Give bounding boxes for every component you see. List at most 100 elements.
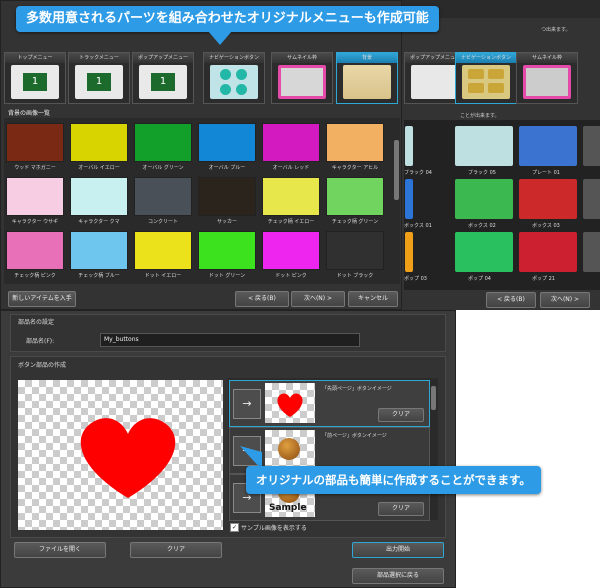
next-button[interactable]: 次へ(N) > — [291, 291, 345, 307]
back-item-swatch[interactable] — [582, 178, 600, 220]
button-preview-canvas[interactable] — [18, 380, 223, 530]
back-item-swatch[interactable] — [404, 178, 414, 220]
slot-scrollbar-thumb[interactable] — [431, 386, 436, 410]
back-item-swatch[interactable] — [404, 125, 414, 167]
background-item[interactable]: チェック柄 グリーン — [326, 177, 384, 225]
background-item[interactable]: サッカー — [198, 177, 256, 225]
back-item-swatch[interactable] — [518, 231, 578, 273]
tab-label: サムネイル枠 — [272, 53, 332, 63]
get-new-item-button[interactable]: 新しいアイテムを入手 — [8, 291, 76, 307]
background-item[interactable]: ドット グリーン — [198, 231, 256, 279]
tab-thumb — [210, 65, 258, 99]
tab-top-menu[interactable]: トップメニュー 1 — [4, 52, 66, 104]
back-item-swatch[interactable] — [582, 125, 600, 167]
background-item-label: チェック柄 グリーン — [331, 219, 379, 225]
background-item[interactable]: オーバル イエロー — [70, 123, 128, 171]
tab-thumb — [278, 65, 326, 99]
tab-track-menu[interactable]: トラックメニュー 1 — [68, 52, 130, 104]
tab-label: トラックメニュー — [69, 53, 129, 63]
background-item[interactable]: オーバル レッド — [262, 123, 320, 171]
back-item-label: ブラック 04 — [404, 170, 432, 176]
background-item-swatch — [198, 177, 256, 216]
back-grid: ブラック 04 ブラック 05 プレート 01 ボックス 01 ボックス 02 … — [404, 120, 600, 290]
background-item[interactable]: ドット ピンク — [262, 231, 320, 279]
tab-thumbnail-frame[interactable]: サムネイル枠 — [271, 52, 333, 104]
background-item[interactable]: チェック柄 ブルー — [70, 231, 128, 279]
back-item-label: ポップ 04 — [468, 276, 491, 282]
background-item[interactable]: オーバル ブルー — [198, 123, 256, 171]
back-item-label: プレート 01 — [532, 170, 560, 176]
background-item-label: オーバル ブルー — [208, 165, 246, 171]
slot-clear-button[interactable]: クリア — [378, 408, 424, 422]
slot-clear-button[interactable]: クリア — [378, 502, 424, 516]
back-item-label: ブラック 05 — [468, 170, 496, 176]
export-button[interactable]: 出力開始 — [352, 542, 444, 558]
back-next-button[interactable]: 次へ(N) > — [540, 292, 590, 308]
cancel-button[interactable]: キャンセル — [348, 291, 398, 307]
background-item[interactable]: ドット イエロー — [134, 231, 192, 279]
nav-mini-btn — [488, 83, 504, 93]
background-item[interactable]: キャラクター クマ — [70, 177, 128, 225]
tab-thumb: 1 — [11, 65, 59, 99]
tab-popup-menu[interactable]: ポップアップメニュー 1 — [132, 52, 194, 104]
back-tab-thumbnail-frame[interactable]: サムネイル枠 — [516, 52, 578, 104]
tab-background[interactable]: 背景 — [336, 52, 398, 104]
prev-button[interactable]: < 戻る(B) — [235, 291, 289, 307]
background-item[interactable]: コンクリート — [134, 177, 192, 225]
slot-arrow-button[interactable]: → — [233, 389, 261, 419]
grid-scrollbar[interactable] — [393, 120, 400, 282]
background-item-label: オーバル イエロー — [78, 165, 120, 171]
open-file-button[interactable]: ファイルを開く — [14, 542, 106, 558]
clear-button[interactable]: クリア — [130, 542, 222, 558]
back-hint: ことが出来ます。 — [460, 113, 500, 119]
background-item-label: サッカー — [216, 219, 237, 225]
back-item-swatch[interactable] — [404, 231, 414, 273]
back-to-parts-button[interactable]: 部品選択に戻る — [352, 568, 444, 584]
slot-thumbnail — [265, 430, 315, 470]
background-item-label: キャラクター クマ — [78, 219, 120, 225]
background-item-label: ドット イエロー — [144, 273, 182, 279]
background-item-label: ドット ブラック — [336, 273, 374, 279]
thumb-screen: 1 — [87, 73, 111, 91]
callout-top: 多数用意されるパーツを組み合わせたオリジナルメニューも作成可能 — [16, 6, 439, 32]
back-tab-thumb — [411, 65, 459, 99]
heart-icon — [80, 418, 176, 498]
back-prev-button[interactable]: < 戻る(B) — [486, 292, 536, 308]
back-item-swatch[interactable] — [518, 125, 578, 167]
thumb-screen: 1 — [23, 73, 47, 91]
show-sample-checkbox[interactable]: ✓ — [230, 523, 239, 532]
background-item[interactable]: チェック柄 イエロー — [262, 177, 320, 225]
background-item[interactable]: チェック柄 ピンク — [6, 231, 64, 279]
back-item-swatch[interactable] — [582, 231, 600, 273]
background-item[interactable]: ウッド マホガニー — [6, 123, 64, 171]
background-item[interactable]: オーバル グリーン — [134, 123, 192, 171]
back-item-swatch[interactable] — [454, 125, 514, 167]
slot-scrollbar[interactable] — [430, 380, 437, 520]
background-item-swatch — [134, 231, 192, 270]
background-item-label: コンクリート — [147, 219, 178, 225]
back-item-swatch[interactable] — [454, 231, 514, 273]
grid-scrollbar-thumb[interactable] — [394, 140, 399, 200]
nav-mini-btn — [468, 69, 484, 79]
background-item-swatch — [198, 123, 256, 162]
background-item-label: ウッド マホガニー — [14, 165, 56, 171]
back-tab-label: サムネイル枠 — [517, 53, 577, 63]
background-item-swatch — [262, 231, 320, 270]
background-item[interactable]: キャラクター ウサギ — [6, 177, 64, 225]
background-item[interactable]: キャラクター アヒル — [326, 123, 384, 171]
part-name-input[interactable]: My_buttons — [100, 333, 360, 347]
background-item[interactable]: ドット ブラック — [326, 231, 384, 279]
slot-first-page[interactable]: → 「先頭ページ」ボタンイメージ クリア — [229, 380, 430, 427]
tab-navigation-button[interactable]: ナビゲーションボタン — [203, 52, 265, 104]
background-item-label: キャラクター アヒル — [331, 165, 379, 171]
back-item-swatch[interactable] — [518, 178, 578, 220]
sample-label: Sample — [269, 503, 307, 513]
back-item-swatch[interactable] — [454, 178, 514, 220]
show-sample-label: サンプル画像を表示する — [241, 525, 307, 532]
part-name-section-title: 部品名の設定 — [18, 319, 55, 326]
background-item-label: チェック柄 イエロー — [267, 219, 315, 225]
background-item-label: チェック柄 ブルー — [78, 273, 120, 279]
back-tab-navigation-button[interactable]: ナビゲーションボタン — [455, 52, 517, 104]
background-item-swatch — [70, 123, 128, 162]
tab-thumb: 1 — [75, 65, 123, 99]
